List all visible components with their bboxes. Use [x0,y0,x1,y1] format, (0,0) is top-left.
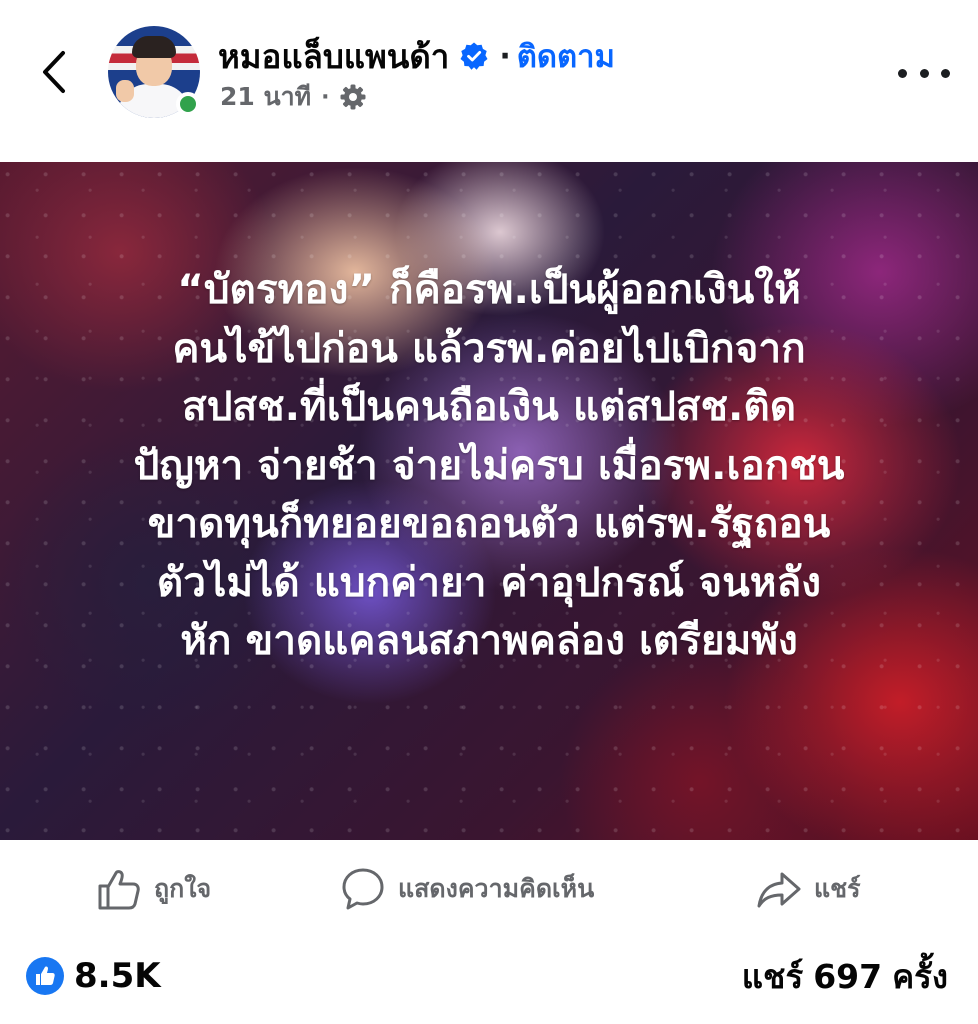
post-image[interactable]: “บัตรทอง” ก็คือรพ.เป็นผู้ออกเงินให้ คนไข… [0,162,978,840]
like-reaction-icon [26,957,64,995]
verified-badge-icon [459,41,489,71]
post-timestamp[interactable]: 21 นาที [220,77,311,117]
post-quote-text: “บัตรทอง” ก็คือรพ.เป็นผู้ออกเงินให้ คนไข… [40,260,938,670]
quote-line: สปสช.ที่เป็นคนถือเงิน แต่สปสช.ติด [181,382,796,430]
post-header: หมอแล็บแพนด้า · ติดตาม 21 นาที · [0,0,978,162]
chevron-left-icon [43,51,65,93]
comment-label: แสดงความคิดเห็น [398,874,595,903]
share-count-prefix: แชร์ [741,956,804,996]
quote-line: ตัวไม่ได้ แบกค่ายา ค่าอุปกรณ์ จนหลัง [156,557,822,606]
comment-bubble-icon [342,868,384,910]
quote-line: ขาดทุนก็ทยอยขอถอนตัว แต่รพ.รัฐถอน [147,499,831,547]
like-button[interactable]: ถูกใจ [96,864,211,914]
back-button[interactable] [34,44,74,100]
quote-line: หัก ขาดแคลนสภาพคล่อง เตรียมพัง [180,616,798,664]
comment-button[interactable]: แสดงความคิดเห็น [340,864,594,914]
reaction-summary[interactable]: 8.5K [26,956,161,996]
like-label: ถูกใจ [154,874,212,903]
thumbs-up-icon [98,870,140,910]
page-name[interactable]: หมอแล็บแพนด้า [218,30,449,83]
post-action-bar: ถูกใจ แสดงความคิดเห็น แชร์ [0,840,978,940]
post-stats: 8.5K แชร์ 697 ครั้ง [0,944,978,1010]
share-label: แชร์ [814,874,861,903]
follow-button[interactable]: ติดตาม [517,31,615,81]
separator-dot: · [499,38,511,74]
post-meta: 21 นาที · [220,80,367,114]
quote-line: คนไข้ไปก่อน แล้วรพ.ค่อยไปเบิกจาก [172,323,806,372]
more-horizontal-icon [898,68,907,78]
reaction-count: 8.5K [74,956,161,996]
share-button[interactable]: แชร์ [756,864,861,914]
profile-avatar[interactable] [108,26,200,118]
meta-separator-dot: · [321,84,330,110]
more-options-button[interactable] [898,56,950,90]
quote-line: ปัญหา จ่ายช้า จ่ายไม่ครบ เมื่อรพ.เอกชน [133,440,845,489]
share-count-suffix: ครั้ง [892,956,948,996]
gear-icon[interactable] [339,83,367,111]
author-row: หมอแล็บแพนด้า · ติดตาม [218,32,615,80]
share-count-value: 697 [813,956,883,996]
online-status-indicator [176,92,200,116]
quote-line: “บัตรทอง” ก็คือรพ.เป็นผู้ออกเงินให้ [177,265,801,313]
share-arrow-icon [757,872,801,908]
share-count[interactable]: แชร์ 697 ครั้ง [742,956,948,996]
